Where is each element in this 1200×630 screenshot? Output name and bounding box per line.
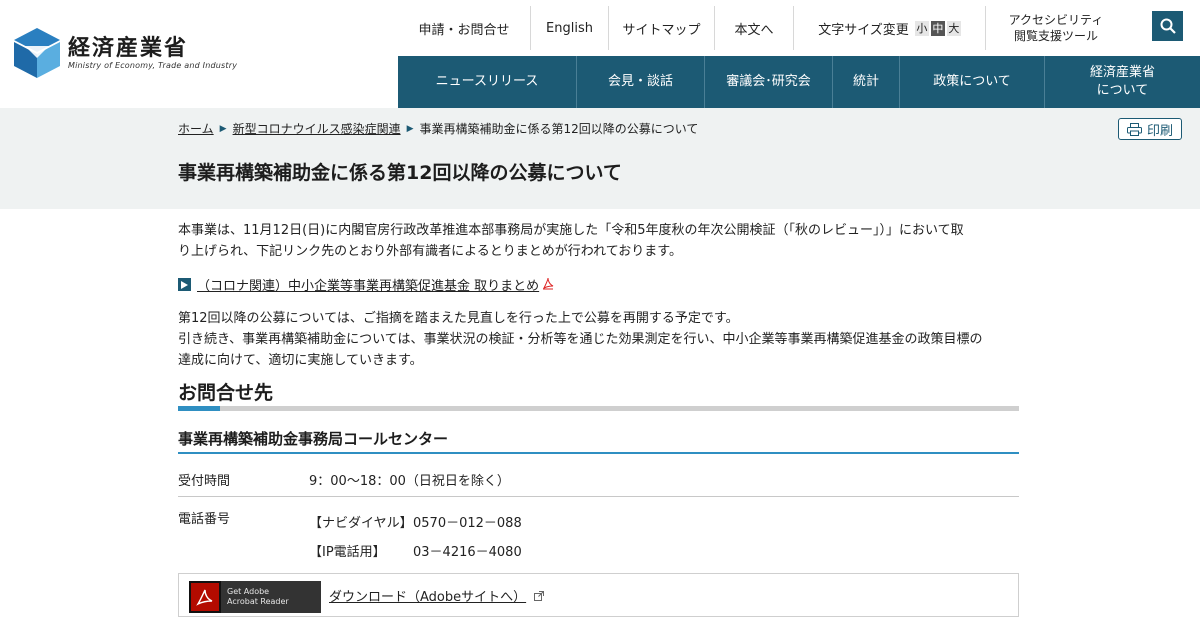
skip-to-content-link[interactable]: 本文へ — [715, 6, 794, 50]
a11y-line-2: 閲覧支援ツール — [1013, 29, 1098, 43]
adobe-download-link[interactable]: ダウンロード（Adobeサイトへ） — [329, 590, 526, 605]
font-size-label: 文字サイズ変更 — [818, 22, 909, 38]
notice-line-1: 第12回以降の公募については、ご指摘を踏まえた見直しを行った上で公募を再開する予… — [178, 311, 739, 326]
hours-label: 受付時間 — [178, 474, 231, 489]
adobe-download-row: ダウンロード（Adobeサイトへ） — [329, 586, 545, 605]
apply-contact-link[interactable]: 申請・お問合せ — [398, 6, 531, 50]
font-size-switcher: 文字サイズ変更 小 中 大 — [794, 6, 986, 50]
phone-label: 電話番号 — [178, 512, 231, 527]
font-size-medium-button[interactable]: 中 — [930, 20, 945, 36]
breadcrumb-arrow-icon: ▶ — [219, 123, 227, 134]
global-nav: ニュースリリース 会見・談話 審議会･研究会 統計 政策について 経済産業省 に… — [398, 56, 1200, 108]
subheading-underline — [178, 452, 1019, 454]
row-divider — [178, 496, 1019, 497]
utility-nav: 申請・お問合せ English サイトマップ 本文へ 文字サイズ変更 小 中 大… — [398, 6, 1126, 50]
main-content: 本事業は、11月12日(日)に内閣官房行政改革推進本部事務局が実施した「令和5年… — [178, 220, 1020, 617]
font-size-large-button[interactable]: 大 — [946, 20, 961, 36]
breadcrumb-home[interactable]: ホーム — [178, 120, 214, 137]
printer-icon — [1126, 122, 1142, 136]
gnav-policy[interactable]: 政策について — [900, 56, 1045, 108]
adobe-acrobat-icon — [189, 581, 221, 613]
pdf-link-row: （コロナ関連）中小企業等事業再構築促進基金 取りまとめ — [178, 275, 554, 294]
navi-dial-label: 【ナビダイヤル】 — [309, 516, 413, 531]
notice-line-2: 引き続き、事業再構築補助金については、事業状況の検証・分析等を通じた効果測定を行… — [178, 332, 983, 347]
breadcrumb-arrow-icon: ▶ — [406, 123, 414, 134]
breadcrumb: ホーム ▶ 新型コロナウイルス感染症関連 ▶ 事業再構築補助金に係る第12回以降… — [178, 120, 698, 137]
gnav-statistics[interactable]: 統計 — [833, 56, 900, 108]
a11y-line-1: アクセシビリティ — [1008, 13, 1104, 27]
breadcrumb-current: 事業再構築補助金に係る第12回以降の公募について — [419, 122, 699, 136]
pdf-icon — [542, 277, 554, 293]
call-center-heading: 事業再構築補助金事務局コールセンター — [178, 430, 449, 448]
english-link[interactable]: English — [531, 6, 609, 50]
navi-dial-number[interactable]: 0570－012－088 — [413, 516, 522, 531]
gnav-about-meti[interactable]: 経済産業省 について — [1045, 56, 1200, 108]
logo-title: 経済産業省 — [68, 35, 189, 61]
contact-heading: お問合せ先 — [178, 382, 274, 404]
gnav-news-release[interactable]: ニュースリリース — [398, 56, 577, 108]
notice-paragraph: 第12回以降の公募については、ご指摘を踏まえた見直しを行った上で公募を再開する予… — [178, 308, 1020, 371]
font-size-small-button[interactable]: 小 — [914, 20, 929, 36]
accessibility-tools-link[interactable]: アクセシビリティ 閲覧支援ツール — [986, 6, 1126, 50]
navi-dial-row: 【ナビダイヤル】0570－012－088 — [309, 512, 522, 531]
link-arrow-icon — [178, 278, 191, 291]
ip-phone-label: 【IP電話用】 — [309, 545, 386, 560]
sitemap-link[interactable]: サイトマップ — [609, 6, 715, 50]
intro-line-2: り上げられ、下記リンク先のとおり外部有識者によるとりまとめが行われております。 — [178, 244, 683, 259]
intro-paragraph: 本事業は、11月12日(日)に内閣官房行政改革推進本部事務局が実施した「令和5年… — [178, 220, 1020, 262]
adobe-badge-line-1: Get Adobe — [227, 587, 270, 596]
search-button[interactable] — [1152, 11, 1183, 41]
adobe-badge-line-2: Acrobat Reader — [227, 597, 289, 606]
search-icon — [1160, 18, 1176, 34]
logo-subtitle: Ministry of Economy, Trade and Industry — [68, 60, 238, 70]
ip-phone-number[interactable]: 03－4216－4080 — [413, 545, 522, 560]
gnav-about-line-1: 経済産業省 — [1089, 65, 1155, 80]
hours-value: 9：00～18：00（日祝日を除く） — [309, 474, 510, 489]
title-band: ホーム ▶ 新型コロナウイルス感染症関連 ▶ 事業再構築補助金に係る第12回以降… — [0, 108, 1200, 209]
meti-logo[interactable]: 経済産業省 Ministry of Economy, Trade and Ind… — [14, 28, 237, 78]
gnav-about-line-2: について — [1096, 83, 1149, 98]
heading-underline — [178, 406, 1019, 411]
gnav-press-conference[interactable]: 会見・談話 — [577, 56, 705, 108]
meti-logo-icon — [14, 28, 60, 78]
page-title: 事業再構築補助金に係る第12回以降の公募について — [178, 162, 622, 184]
breadcrumb-covid[interactable]: 新型コロナウイルス感染症関連 — [233, 120, 401, 137]
intro-line-1: 本事業は、11月12日(日)に内閣官房行政改革推進本部事務局が実施した「令和5年… — [178, 223, 964, 238]
summary-pdf-link[interactable]: （コロナ関連）中小企業等事業再構築促進基金 取りまとめ — [197, 275, 539, 294]
gnav-councils[interactable]: 審議会･研究会 — [705, 56, 833, 108]
external-link-icon — [534, 591, 545, 604]
print-label: 印刷 — [1146, 123, 1173, 139]
notice-line-3: 達成に向けて、適切に実施していきます。 — [178, 353, 423, 368]
get-adobe-reader-badge[interactable]: Get Adobe Acrobat Reader — [189, 581, 321, 613]
ip-phone-row: 【IP電話用】 03－4216－4080 — [309, 541, 522, 560]
adobe-reader-box: Get Adobe Acrobat Reader ダウンロード（Adobeサイト… — [178, 573, 1019, 617]
print-button[interactable]: 印刷 — [1118, 118, 1182, 140]
site-header: 経済産業省 Ministry of Economy, Trade and Ind… — [0, 0, 1200, 108]
